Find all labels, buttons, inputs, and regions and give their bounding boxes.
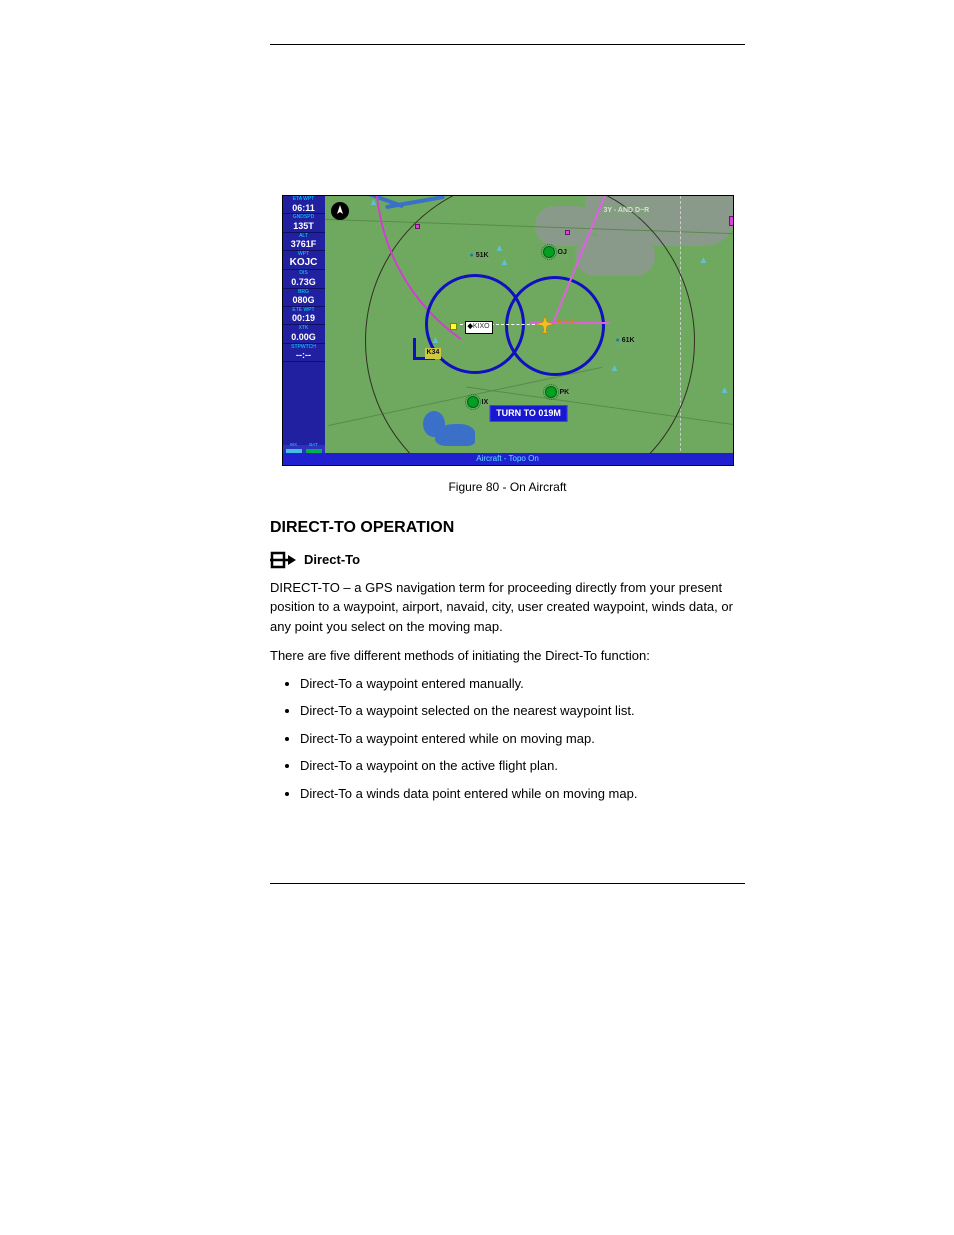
wpt-block: WPT KOJC [283,251,325,271]
bottom-rule [270,883,745,884]
alt-value: 3761F [285,239,323,250]
map-screenshot: ETA WPT 06:11 GNDSPD 135T ALT 3761F WPT … [282,195,734,466]
stpwtch-value: --:-- [285,350,323,361]
tower-icon: ▲ [495,244,503,254]
airport-oj [543,246,555,258]
direct-to-heading-row: Direct-To [270,550,745,570]
airport-ix [467,396,479,408]
gndspd-block: GNDSPD 135T [283,214,325,232]
list-item: Direct-To a waypoint entered while on mo… [300,729,745,749]
section-heading: DIRECT-TO OPERATION [270,516,745,540]
gndspd-value: 135T [285,221,323,232]
map-mode-caption: Aircraft - Topo On [283,453,733,465]
oj-label: OJ [557,248,568,259]
eta-wpt-block: ETA WPT 06:11 [283,196,325,214]
eta-wpt-value: 06:11 [285,203,323,214]
stpwtch-block: STPWTCH --:-- [283,344,325,362]
north-arrow-icon [331,202,349,220]
pk-label: PK [559,388,571,399]
k34-label: K34 [425,348,442,359]
ete-wpt-block: ETE WPT 00:19 [283,307,325,325]
tower-icon: ▲ [699,256,707,266]
xtk-value: 0.00G [285,332,323,343]
direct-to-icon [270,551,296,569]
list-item: Direct-To a waypoint on the active fligh… [300,756,745,776]
aircraft-icon [535,314,555,334]
list-item: Direct-To a waypoint selected on the nea… [300,701,745,721]
methods-intro: There are five different methods of init… [270,646,745,666]
kixo-box: ◆KIXO [465,321,493,334]
direct-to-definition: DIRECT-TO – a GPS navigation term for pr… [270,578,745,637]
alt-block: ALT 3761F [283,233,325,251]
label-61k: ● 61K [615,336,636,347]
methods-list: Direct-To a waypoint entered manually. D… [300,674,745,804]
list-item: Direct-To a winds data point entered whi… [300,784,745,804]
dis-value: 0.73G [285,277,323,288]
tower-icon: ▲ [431,336,439,346]
magenta-wpt-icon [565,230,570,235]
tower-icon: ▲ [610,364,618,374]
magenta-wpt-icon [415,224,420,229]
ete-wpt-value: 00:19 [285,313,323,324]
wpt-value: KOJC [285,257,323,269]
moving-map: PK IX OJ ◆KIXO K34 ● 51K ● 61K 3Y - AND … [325,196,733,456]
top-label: 3Y - AND D~R [603,206,651,217]
magenta-wpt-icon [729,216,733,226]
brg-block: BRG 080G [283,289,325,307]
airport-pk [545,386,557,398]
direct-to-label: Direct-To [304,550,360,570]
turn-banner: TURN TO 019M [489,405,568,423]
ix-label: IX [481,398,490,409]
bat-status: BAT [305,443,323,453]
tower-icon: ▲ [500,258,508,268]
data-sidebar: ETA WPT 06:11 GNDSPD 135T ALT 3761F WPT … [283,196,325,445]
yellow-waypoint-icon [450,323,457,330]
top-rule [270,44,745,45]
dis-block: DIS 0.73G [283,270,325,288]
figure-caption: Figure 80 - On Aircraft [270,478,745,496]
label-51k: ● 51K [469,251,490,262]
list-item: Direct-To a waypoint entered manually. [300,674,745,694]
xtk-block: XTK 0.00G [283,325,325,343]
wx-status: WX [285,443,303,453]
kojc-map-label: KOJC [557,318,578,329]
tower-icon: ▲ [369,198,377,208]
brg-value: 080G [285,295,323,306]
tower-icon: ▲ [720,386,728,396]
